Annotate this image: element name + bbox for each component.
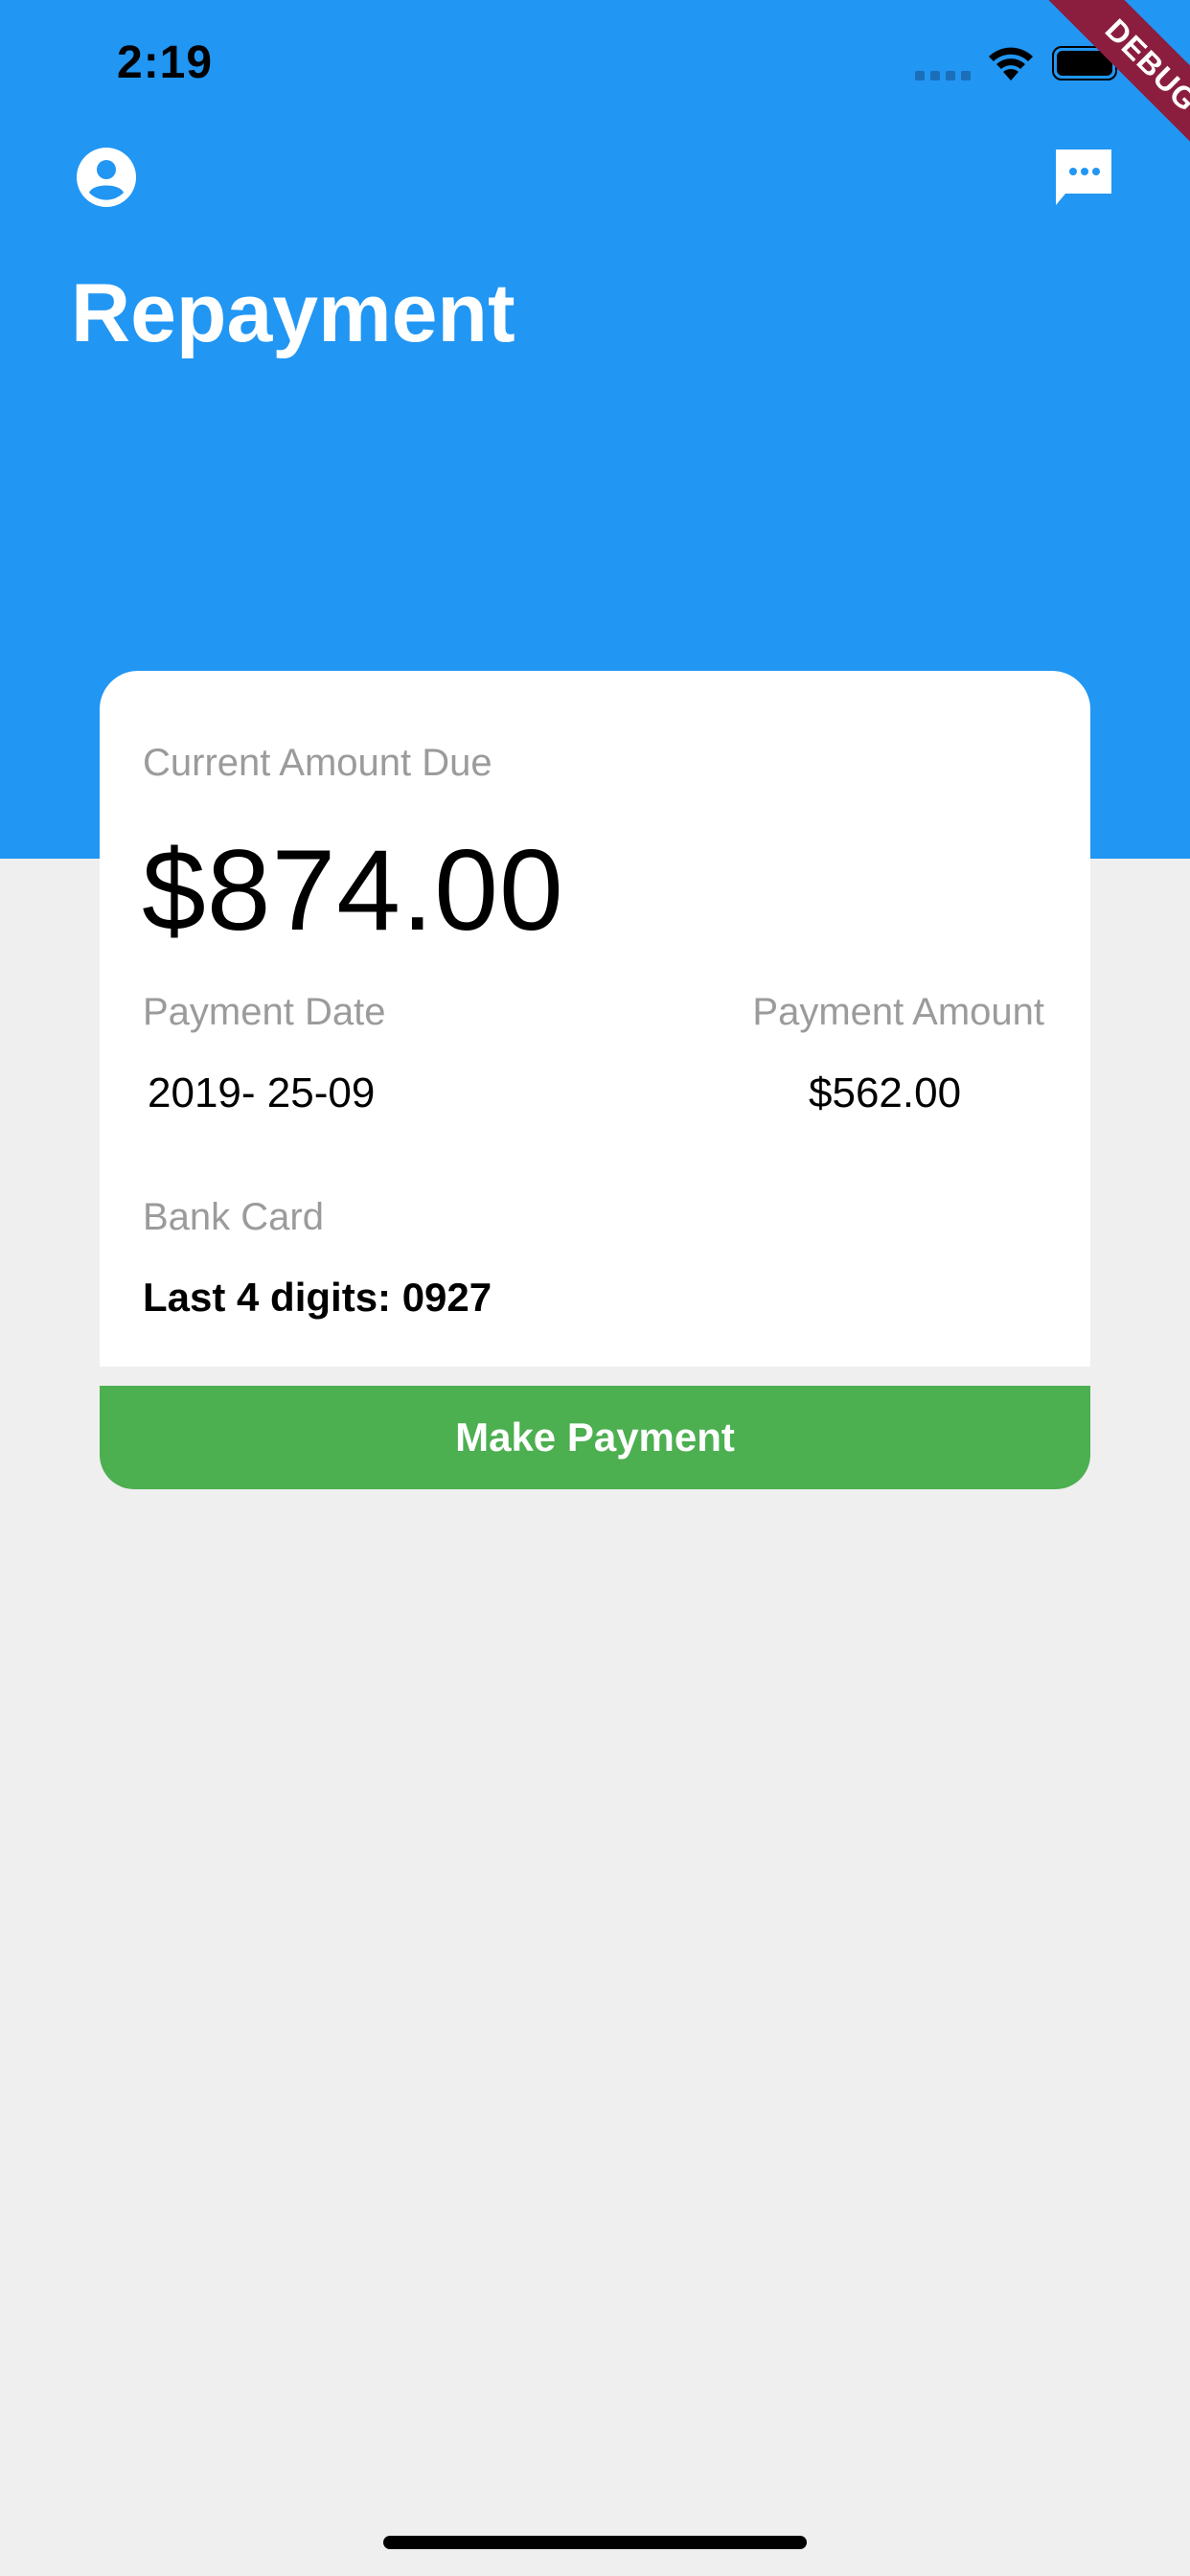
payment-amount-value: $562.00 — [809, 1070, 962, 1116]
home-indicator[interactable] — [383, 2536, 807, 2549]
current-amount-due-label: Current Amount Due — [143, 742, 492, 784]
payment-date-value: 2019- 25-09 — [148, 1070, 376, 1116]
bank-card-value: Last 4 digits: 0927 — [143, 1275, 492, 1320]
repayment-card: Current Amount Due $874.00 Payment Date … — [100, 671, 1090, 1367]
wifi-icon — [989, 47, 1033, 80]
status-time: 2:19 — [117, 37, 214, 88]
cellular-signal-icon — [915, 71, 971, 80]
payment-amount-label: Payment Amount — [752, 991, 1044, 1033]
current-amount-due-value: $874.00 — [142, 826, 564, 954]
page-title: Repayment — [71, 267, 515, 359]
account-circle-icon[interactable] — [77, 148, 136, 207]
chat-bubble-icon[interactable] — [1052, 146, 1115, 209]
bank-card-label: Bank Card — [143, 1196, 324, 1238]
make-payment-button[interactable]: Make Payment — [100, 1386, 1090, 1489]
status-bar: 2:19 — [0, 0, 1190, 125]
payment-date-label: Payment Date — [143, 991, 386, 1033]
